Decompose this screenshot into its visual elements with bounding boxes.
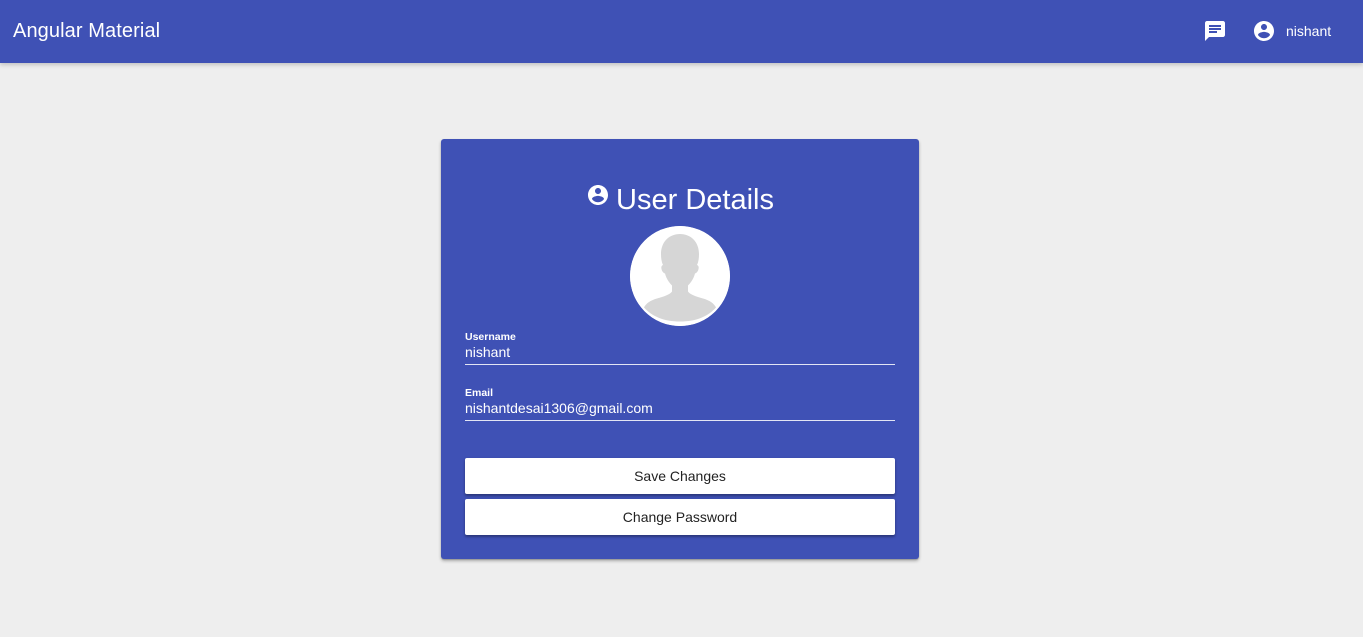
change-password-button[interactable]: Change Password xyxy=(465,499,895,535)
account-circle-icon xyxy=(1254,21,1274,41)
avatar xyxy=(630,226,730,326)
app-title: Angular Material xyxy=(13,20,161,42)
toolbar-username: nishant xyxy=(1286,23,1332,39)
username-input[interactable] xyxy=(465,343,895,364)
default-user-avatar-icon xyxy=(630,226,730,326)
email-input[interactable] xyxy=(465,399,895,420)
app-toolbar: Angular Material nishant xyxy=(0,0,1363,63)
card-title: User Details xyxy=(616,184,774,216)
username-label: Username xyxy=(465,331,516,343)
chat-message-icon xyxy=(1205,21,1225,41)
user-details-card: User Details Username Email Save Changes… xyxy=(441,139,919,559)
account-circle-icon xyxy=(588,185,609,205)
card-heading: User Details xyxy=(441,182,919,218)
save-changes-button[interactable]: Save Changes xyxy=(465,458,895,494)
email-field: Email xyxy=(465,387,895,421)
messages-button[interactable] xyxy=(1200,16,1230,46)
email-label: Email xyxy=(465,387,494,399)
user-menu-button[interactable]: nishant xyxy=(1248,14,1335,48)
username-field: Username xyxy=(465,331,895,365)
